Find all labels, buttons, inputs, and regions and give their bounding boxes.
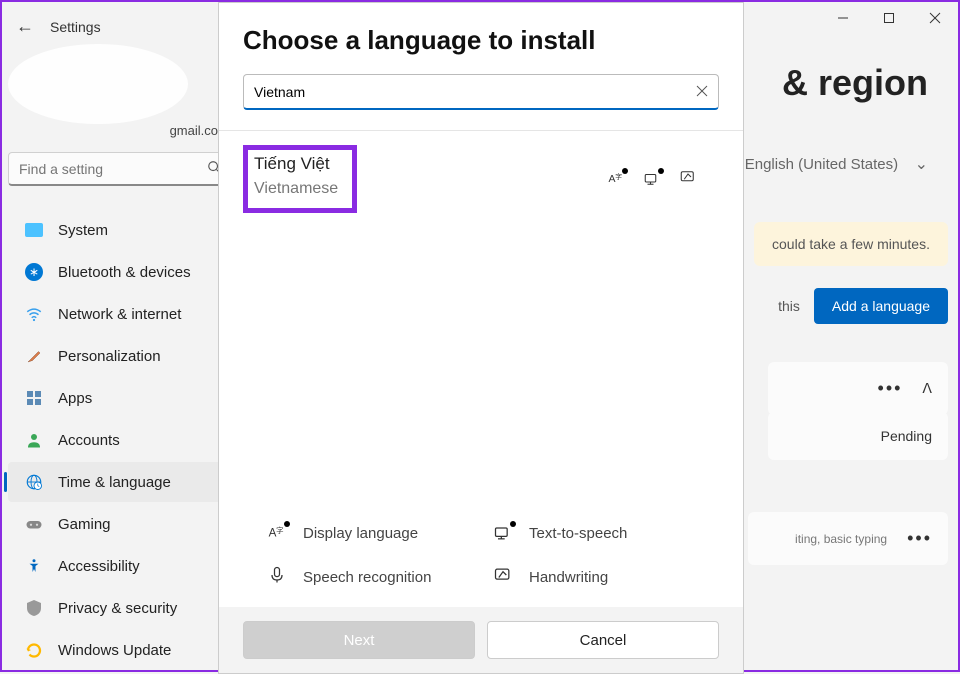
sidebar-label: Personalization (58, 348, 161, 365)
display-language-icon: A字 (267, 523, 287, 543)
language-install-dialog: Choose a language to install Tiếng Việt … (218, 2, 744, 674)
sidebar-label: Privacy & security (58, 600, 177, 617)
apps-icon (24, 388, 44, 408)
globe-clock-icon (24, 472, 44, 492)
highlight-annotation: Tiếng Việt Vietnamese (243, 145, 357, 213)
sidebar-label: System (58, 222, 108, 239)
bluetooth-icon: ∗ (24, 262, 44, 282)
profile-area: gmail.co (8, 44, 208, 134)
close-button[interactable] (912, 2, 958, 34)
typing-info: iting, basic typing (795, 532, 887, 546)
dialog-title: Choose a language to install (243, 25, 719, 56)
display-language-select[interactable]: English (United States) ⌄ (745, 154, 928, 174)
display-language-icon: A字 (607, 170, 625, 188)
more-options-button[interactable]: ••• (878, 378, 903, 399)
cancel-button[interactable]: Cancel (487, 621, 719, 659)
legend-speech-recognition: Speech recognition (267, 565, 493, 589)
sidebar-label: Bluetooth & devices (58, 264, 191, 281)
sidebar-label: Time & language (58, 474, 171, 491)
settings-search[interactable] (8, 152, 232, 186)
add-language-button[interactable]: Add a language (814, 288, 948, 324)
feature-legend: A字 Display language Text-to-speech Speec… (219, 519, 743, 607)
text-to-speech-icon (493, 523, 513, 543)
sidebar-label: Gaming (58, 516, 111, 533)
sidebar-item-system[interactable]: System (8, 210, 236, 250)
gamepad-icon (24, 514, 44, 534)
sidebar-item-accounts[interactable]: Accounts (8, 420, 236, 460)
sidebar-item-accessibility[interactable]: Accessibility (8, 546, 236, 586)
update-icon (24, 640, 44, 660)
shield-icon (24, 598, 44, 618)
language-search[interactable] (243, 74, 719, 110)
header: ← Settings (16, 16, 101, 37)
sidebar-nav: System ∗ Bluetooth & devices Network & i… (2, 208, 242, 672)
sidebar-item-apps[interactable]: Apps (8, 378, 236, 418)
sidebar-item-network[interactable]: Network & internet (8, 294, 236, 334)
clear-search-button[interactable] (696, 84, 708, 100)
chevron-up-icon[interactable]: ᐱ (922, 380, 932, 397)
sidebar-item-windows-update[interactable]: Windows Update (8, 630, 236, 670)
sidebar-item-bluetooth[interactable]: ∗ Bluetooth & devices (8, 252, 236, 292)
accessibility-icon (24, 556, 44, 576)
minimize-button[interactable] (820, 2, 866, 34)
sidebar-item-privacy[interactable]: Privacy & security (8, 588, 236, 628)
wifi-icon (24, 304, 44, 324)
sidebar-label: Windows Update (58, 642, 171, 659)
sidebar-item-personalization[interactable]: Personalization (8, 336, 236, 376)
sidebar-label: Accessibility (58, 558, 140, 575)
status-text: Pending (881, 428, 932, 444)
handwriting-icon (679, 168, 697, 191)
sidebar-label: Accounts (58, 432, 120, 449)
sidebar-item-gaming[interactable]: Gaming (8, 504, 236, 544)
back-button[interactable]: ← (16, 16, 34, 37)
text-to-speech-icon (643, 170, 661, 188)
titlebar (820, 2, 958, 34)
sidebar-label: Apps (58, 390, 92, 407)
language-result-item[interactable]: Tiếng Việt Vietnamese A字 (219, 131, 743, 227)
language-native-name: Tiếng Việt (254, 154, 338, 174)
info-banner: could take a few minutes. (754, 222, 948, 266)
person-icon (24, 430, 44, 450)
feature-icons: A字 (607, 168, 697, 191)
dialog-footer: Next Cancel (219, 607, 743, 673)
handwriting-icon (493, 565, 513, 589)
microphone-icon (267, 565, 287, 589)
legend-text-to-speech: Text-to-speech (493, 523, 719, 543)
svg-text:A: A (609, 173, 616, 185)
language-english-name: Vietnamese (254, 180, 338, 198)
paintbrush-icon (24, 346, 44, 366)
avatar (8, 44, 188, 124)
sidebar-label: Network & internet (58, 306, 181, 323)
profile-email: gmail.co (170, 123, 218, 138)
preferred-info-text: this (778, 298, 800, 314)
sidebar-item-time-language[interactable]: Time & language (8, 462, 236, 502)
maximize-button[interactable] (866, 2, 912, 34)
svg-text:字: 字 (276, 525, 284, 535)
settings-search-input[interactable] (19, 161, 207, 177)
system-icon (24, 220, 44, 240)
next-button[interactable]: Next (243, 621, 475, 659)
legend-handwriting: Handwriting (493, 565, 719, 589)
window-title: Settings (50, 19, 101, 35)
legend-display-language: A字 Display language (267, 523, 493, 543)
svg-text:字: 字 (615, 172, 622, 181)
chevron-down-icon: ⌄ (915, 156, 928, 173)
language-search-input[interactable] (254, 84, 696, 100)
more-options-button[interactable]: ••• (907, 528, 932, 549)
